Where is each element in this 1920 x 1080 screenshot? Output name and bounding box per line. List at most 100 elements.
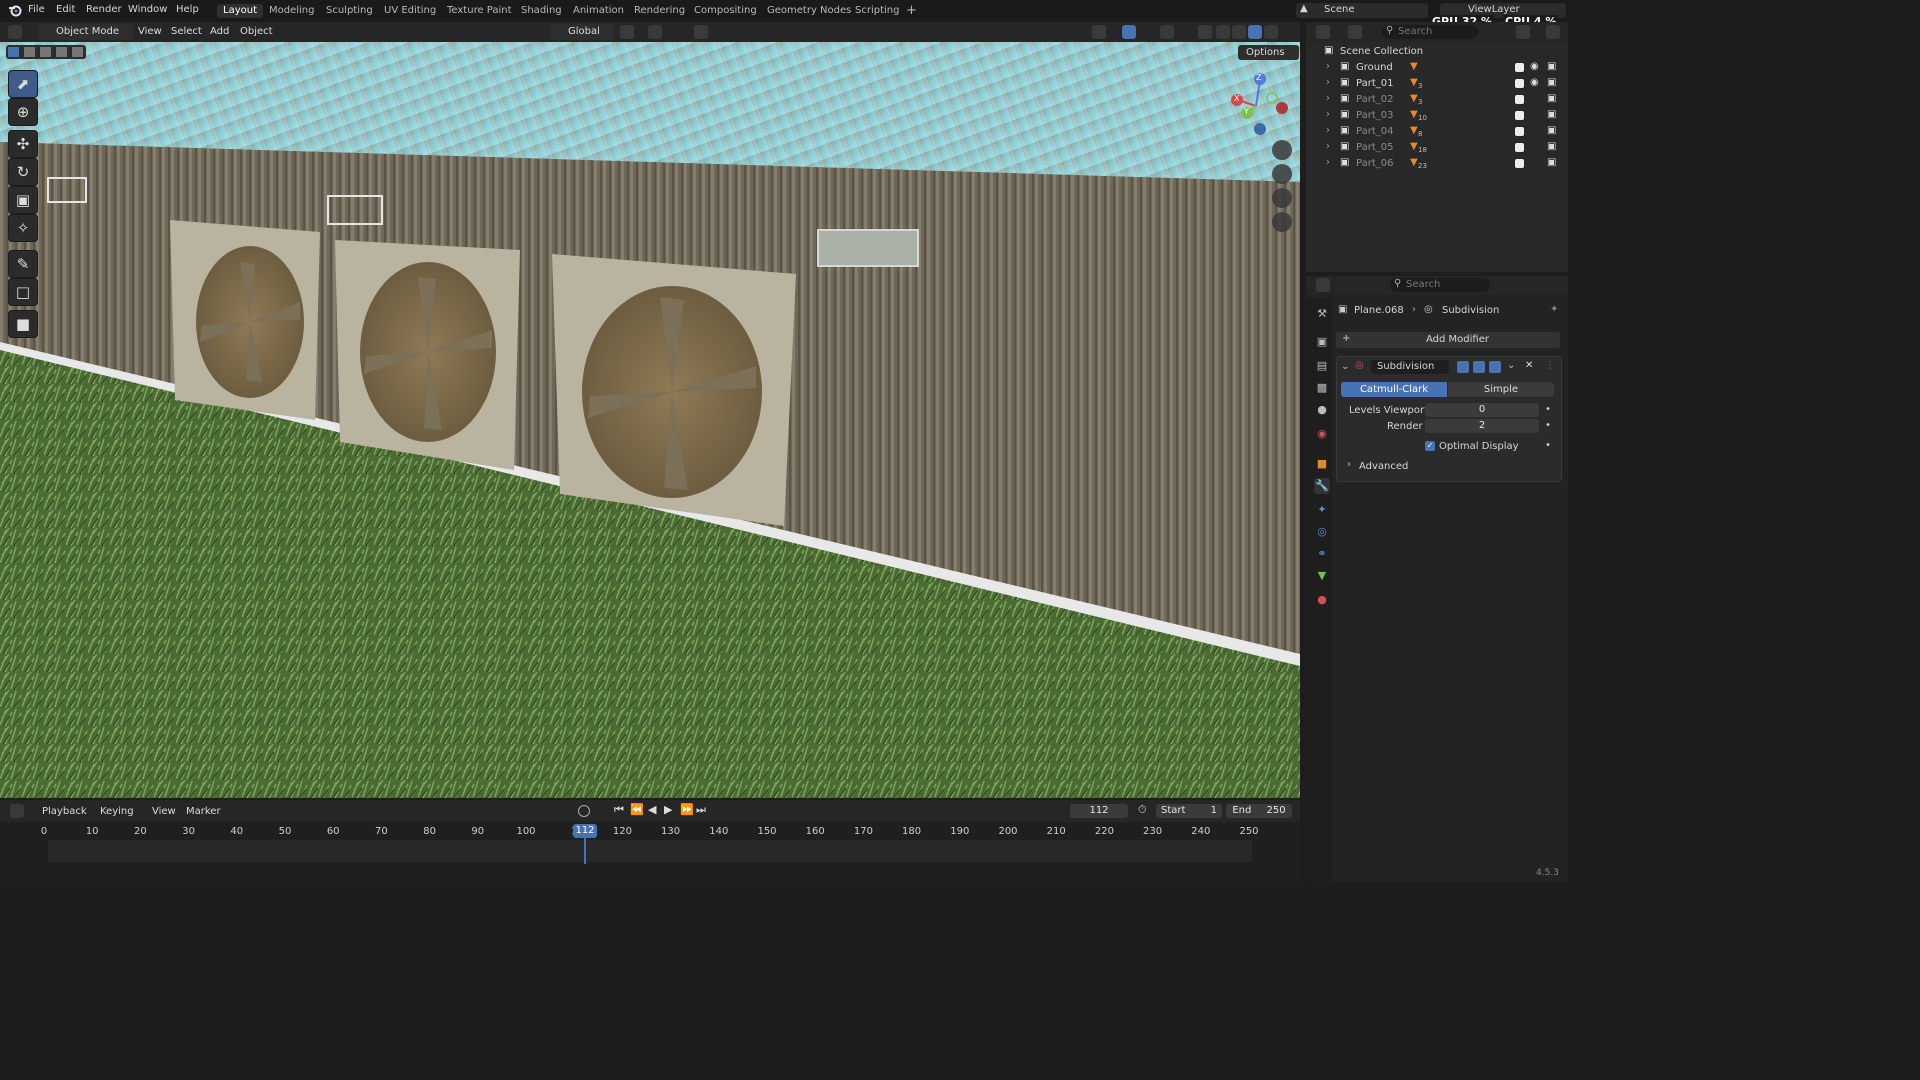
pin-icon[interactable]: ✦ bbox=[1550, 304, 1558, 315]
exclude-checkbox[interactable] bbox=[1515, 159, 1524, 168]
end-frame-field[interactable]: End 250 bbox=[1226, 804, 1292, 818]
move-tool-icon[interactable]: ✣ bbox=[8, 130, 38, 158]
play-icon[interactable]: ▶ bbox=[664, 803, 672, 816]
outliner-item[interactable]: › ▣ Part_04 ▼ 8 ▣ bbox=[1306, 124, 1568, 140]
navigation-gizmo[interactable]: Z X Y bbox=[1228, 70, 1292, 140]
shading-rendered-icon[interactable] bbox=[1264, 25, 1278, 39]
display-mode-icon[interactable] bbox=[1348, 25, 1362, 39]
simple-button[interactable]: Simple bbox=[1448, 382, 1554, 397]
tool-tab-icon[interactable]: ⚒ bbox=[1314, 306, 1330, 322]
tab-animation[interactable]: Animation bbox=[567, 4, 630, 18]
menu-help[interactable]: Help bbox=[176, 4, 199, 15]
select-intersect-icon[interactable] bbox=[72, 47, 83, 57]
viewport-toggle-icon[interactable] bbox=[1473, 361, 1485, 373]
modifier-name-field[interactable]: Subdivision bbox=[1371, 360, 1449, 374]
tab-shading[interactable]: Shading bbox=[515, 4, 568, 18]
scale-tool-icon[interactable]: ▣ bbox=[8, 186, 38, 214]
mode-dropdown[interactable]: Object Mode bbox=[38, 24, 133, 40]
visibility-icon[interactable] bbox=[1092, 25, 1106, 39]
data-tab-icon[interactable]: ▼ bbox=[1314, 568, 1330, 584]
outliner-search-input[interactable]: ⚲ Search bbox=[1382, 25, 1478, 39]
prev-keyframe-icon[interactable]: ⏪ bbox=[630, 803, 644, 816]
outliner-item[interactable]: › ▣ Part_02 ▼ 3 ▣ bbox=[1306, 92, 1568, 108]
outliner-editor-type-icon[interactable] bbox=[1316, 25, 1330, 39]
camera-icon[interactable]: ▣ bbox=[1547, 125, 1556, 136]
modifier-tab-icon[interactable]: 🔧 bbox=[1314, 478, 1330, 494]
camera-icon[interactable]: ▣ bbox=[1547, 109, 1556, 120]
exclude-checkbox[interactable] bbox=[1515, 63, 1524, 72]
scene-selector[interactable]: ▲ Scene bbox=[1296, 3, 1428, 18]
timeline-editor-type-icon[interactable] bbox=[10, 804, 24, 818]
view-layer-tab-icon[interactable]: ▩ bbox=[1314, 380, 1330, 396]
scene-tab-icon[interactable]: ● bbox=[1314, 402, 1330, 418]
menu-edit[interactable]: Edit bbox=[56, 4, 75, 15]
camera-icon[interactable]: ▣ bbox=[1547, 61, 1556, 72]
keyframe-dot-icon[interactable]: • bbox=[1545, 420, 1551, 431]
start-frame-field[interactable]: Start 1 bbox=[1156, 804, 1222, 818]
camera-icon[interactable]: ▣ bbox=[1547, 141, 1556, 152]
rotate-tool-icon[interactable]: ↻ bbox=[8, 158, 38, 186]
render-levels-field[interactable]: 2 bbox=[1425, 419, 1539, 433]
tab-rendering[interactable]: Rendering bbox=[628, 4, 691, 18]
timeline-area[interactable]: 0102030405060708090100112013014015016017… bbox=[0, 822, 1300, 882]
proportional-edit-icon[interactable] bbox=[694, 25, 708, 39]
levels-viewport-field[interactable]: 0 bbox=[1425, 403, 1539, 417]
pan-hand-icon[interactable] bbox=[1272, 164, 1292, 184]
editor-type-icon[interactable] bbox=[8, 25, 22, 39]
eye-icon[interactable]: ◉ bbox=[1530, 77, 1539, 88]
tab-modeling[interactable]: Modeling bbox=[263, 4, 321, 18]
xray-icon[interactable] bbox=[1198, 25, 1212, 39]
exclude-checkbox[interactable] bbox=[1515, 79, 1524, 88]
snap-icon[interactable] bbox=[648, 25, 662, 39]
gizmo-toggle-icon[interactable] bbox=[1122, 25, 1136, 39]
tab-compositing[interactable]: Compositing bbox=[688, 4, 763, 18]
select-subtract-icon[interactable] bbox=[40, 47, 51, 57]
select-extend-icon[interactable] bbox=[24, 47, 35, 57]
optimal-display-checkbox[interactable]: ✓ bbox=[1425, 441, 1435, 451]
timeline-menu-playback[interactable]: Playback bbox=[42, 804, 87, 820]
filter-icon[interactable] bbox=[1516, 25, 1530, 39]
timeline-menu-marker[interactable]: Marker bbox=[186, 804, 221, 820]
measure-tool-icon[interactable]: □ bbox=[8, 278, 38, 306]
add-modifier-button[interactable]: + Add Modifier bbox=[1336, 332, 1560, 348]
expand-chevron-icon[interactable]: › bbox=[1326, 125, 1330, 136]
material-tab-icon[interactable]: ● bbox=[1314, 592, 1330, 608]
tab-uv-editing[interactable]: UV Editing bbox=[378, 4, 442, 18]
tab-sculpting[interactable]: Sculpting bbox=[320, 4, 379, 18]
tab-layout[interactable]: Layout bbox=[217, 4, 263, 18]
overlay-toggle-icon[interactable] bbox=[1160, 25, 1174, 39]
camera-icon[interactable]: ▣ bbox=[1547, 157, 1556, 168]
catmull-clark-button[interactable]: Catmull-Clark bbox=[1341, 382, 1447, 397]
exclude-checkbox[interactable] bbox=[1515, 143, 1524, 152]
physics-tab-icon[interactable]: ◎ bbox=[1314, 524, 1330, 540]
scene-collection-row[interactable]: ▣ Scene Collection bbox=[1306, 44, 1568, 60]
add-workspace-button[interactable]: + bbox=[900, 4, 923, 18]
outliner-item[interactable]: › ▣ Ground ▼ ◉ ▣ bbox=[1306, 60, 1568, 76]
perspective-grid-icon[interactable] bbox=[1272, 212, 1292, 232]
properties-search-input[interactable]: ⚲ Search bbox=[1390, 278, 1490, 292]
add-cube-tool-icon[interactable]: ■ bbox=[8, 310, 38, 338]
drag-handle-icon[interactable]: ⋮ bbox=[1545, 360, 1555, 371]
expand-chevron-icon[interactable]: › bbox=[1326, 157, 1330, 168]
select-box-tool-icon[interactable]: ⬈ bbox=[8, 70, 38, 98]
menu-window[interactable]: Window bbox=[128, 4, 167, 15]
advanced-section-label[interactable]: Advanced bbox=[1359, 461, 1408, 472]
output-tab-icon[interactable]: ▤ bbox=[1314, 358, 1330, 374]
shading-solid-icon[interactable] bbox=[1232, 25, 1246, 39]
viewport-menu-add[interactable]: Add bbox=[210, 24, 229, 40]
auto-keying-icon[interactable] bbox=[578, 805, 590, 817]
cursor-tool-icon[interactable]: ⊕ bbox=[8, 98, 38, 126]
properties-editor-type-icon[interactable] bbox=[1316, 278, 1330, 292]
advanced-chevron-icon[interactable]: › bbox=[1347, 459, 1351, 470]
outliner-item[interactable]: › ▣ Part_03 ▼ 10 ▣ bbox=[1306, 108, 1568, 124]
blender-logo-icon[interactable] bbox=[8, 3, 22, 17]
tab-scripting[interactable]: Scripting bbox=[849, 4, 905, 18]
particles-tab-icon[interactable]: ✦ bbox=[1314, 502, 1330, 518]
jump-end-icon[interactable]: ⏭ bbox=[696, 803, 706, 817]
viewport-menu-select[interactable]: Select bbox=[171, 24, 202, 40]
world-tab-icon[interactable]: ◉ bbox=[1314, 426, 1330, 442]
timeline-menu-keying[interactable]: Keying bbox=[100, 804, 134, 820]
current-frame-field[interactable]: 112 bbox=[1070, 804, 1128, 818]
playhead-frame-badge[interactable]: 112 bbox=[573, 824, 597, 838]
modifier-menu-chevron-icon[interactable]: ⌄ bbox=[1507, 360, 1515, 371]
